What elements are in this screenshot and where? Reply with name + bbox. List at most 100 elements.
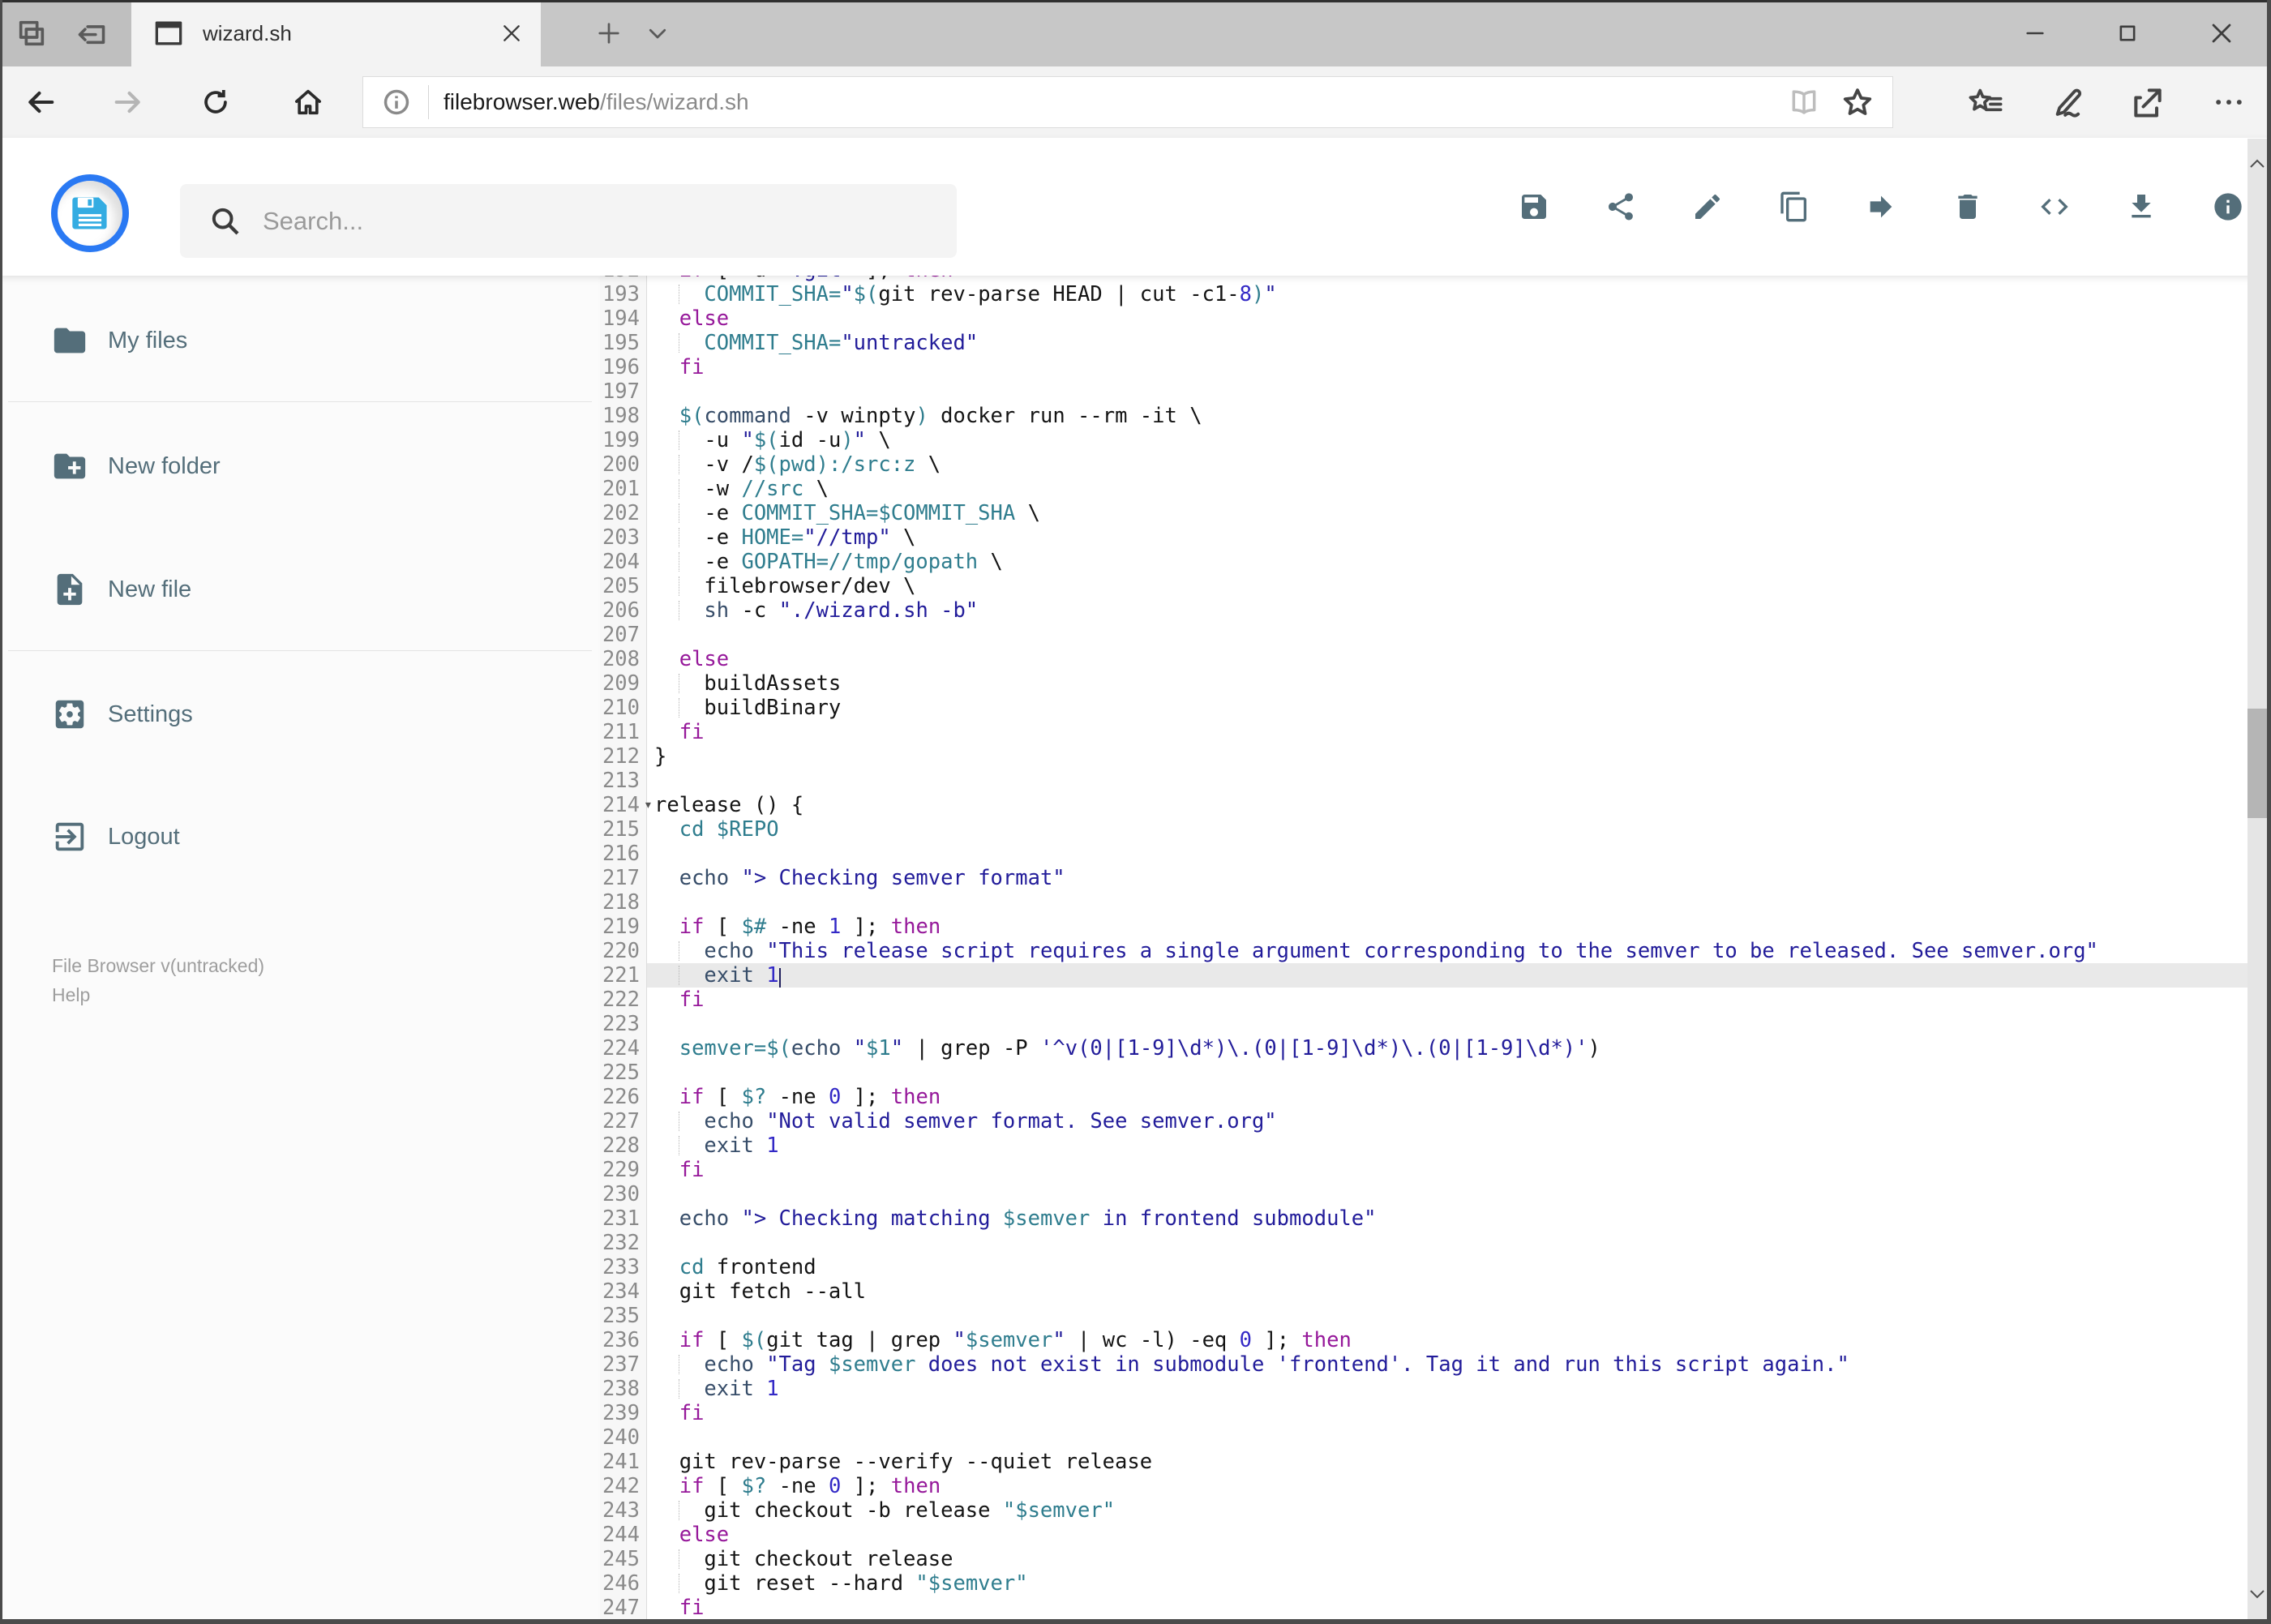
code-text[interactable]: [647, 1425, 2247, 1450]
edit-button[interactable]: [1664, 158, 1750, 255]
home-button[interactable]: [276, 66, 341, 138]
code-text[interactable]: [647, 1304, 2247, 1328]
search-box[interactable]: [180, 184, 957, 258]
code-line[interactable]: 230: [600, 1182, 2247, 1206]
code-text[interactable]: release () {: [647, 793, 2247, 817]
sidebar-item-new-file[interactable]: New file: [0, 545, 598, 634]
code-line[interactable]: 220 echo "This release script requires a…: [600, 939, 2247, 963]
set-tabs-aside-button[interactable]: [66, 0, 117, 66]
code-line[interactable]: 212}: [600, 744, 2247, 769]
code-line[interactable]: 211 fi: [600, 720, 2247, 744]
code-line[interactable]: 226 if [ $? -ne 0 ]; then: [600, 1085, 2247, 1109]
sidebar-item-logout[interactable]: Logout: [0, 792, 598, 881]
delete-button[interactable]: [1924, 158, 2011, 255]
help-link[interactable]: Help: [52, 984, 90, 1006]
fold-arrow-icon[interactable]: ▾: [644, 793, 653, 817]
share-page-button[interactable]: [2110, 66, 2185, 138]
code-line[interactable]: 219 if [ $# -ne 1 ]; then: [600, 915, 2247, 939]
code-text[interactable]: else: [647, 306, 2247, 331]
code-text[interactable]: buildBinary: [647, 696, 2247, 720]
code-text[interactable]: else: [647, 647, 2247, 671]
code-text[interactable]: cd frontend: [647, 1255, 2247, 1279]
code-text[interactable]: git rev-parse --verify --quiet release: [647, 1450, 2247, 1474]
minimize-button[interactable]: [1998, 0, 2072, 66]
code-line[interactable]: 239 fi: [600, 1401, 2247, 1425]
code-line[interactable]: 198 $(command -v winpty) docker run --rm…: [600, 404, 2247, 428]
code-line[interactable]: 214 ▾ release () {: [600, 793, 2247, 817]
code-text[interactable]: exit 1: [647, 963, 2247, 988]
code-text[interactable]: fi: [647, 720, 2247, 744]
code-line[interactable]: 237 echo "Tag $semver does not exist in …: [600, 1352, 2247, 1377]
code-text[interactable]: [647, 1012, 2247, 1036]
code-line[interactable]: 223: [600, 1012, 2247, 1036]
sidebar-item-settings[interactable]: Settings: [0, 670, 598, 759]
code-line[interactable]: 206 sh -c "./wizard.sh -b": [600, 598, 2247, 623]
filebrowser-logo[interactable]: [51, 174, 129, 252]
reading-view-button[interactable]: [1777, 78, 1831, 126]
code-line[interactable]: 221 exit 1: [600, 963, 2247, 988]
code-text[interactable]: echo "Not valid semver format. See semve…: [647, 1109, 2247, 1133]
code-text[interactable]: exit 1: [647, 1133, 2247, 1158]
save-button[interactable]: [1490, 158, 1577, 255]
code-text[interactable]: -u "$(id -u)" \: [647, 428, 2247, 452]
close-tab-button[interactable]: [489, 11, 534, 56]
code-text[interactable]: semver=$(echo "$1" | grep -P '^v(0|[1-9]…: [647, 1036, 2247, 1061]
code-text[interactable]: $(command -v winpty) docker run --rm -it…: [647, 404, 2247, 428]
share-button[interactable]: [1577, 158, 1664, 255]
code-line[interactable]: 194 else: [600, 306, 2247, 331]
code-line[interactable]: 232: [600, 1231, 2247, 1255]
code-text[interactable]: echo "> Checking matching $semver in fro…: [647, 1206, 2247, 1231]
code-line[interactable]: 215 cd $REPO: [600, 817, 2247, 842]
page-scrollbar[interactable]: [2247, 139, 2267, 1619]
code-text[interactable]: git reset --hard "$semver": [647, 1571, 2247, 1596]
code-line[interactable]: 217 echo "> Checking semver format": [600, 866, 2247, 890]
code-line[interactable]: 231 echo "> Checking matching $semver in…: [600, 1206, 2247, 1231]
close-window-button[interactable]: [2184, 0, 2259, 66]
code-text[interactable]: echo "> Checking semver format": [647, 866, 2247, 890]
tab-wizard-sh[interactable]: wizard.sh: [131, 0, 541, 66]
code-text[interactable]: -v /$(pwd):/src:z \: [647, 452, 2247, 477]
code-text[interactable]: sh -c "./wizard.sh -b": [647, 598, 2247, 623]
code-line[interactable]: 207: [600, 623, 2247, 647]
code-line[interactable]: 224 semver=$(echo "$1" | grep -P '^v(0|[…: [600, 1036, 2247, 1061]
code-line[interactable]: 193 COMMIT_SHA="$(git rev-parse HEAD | c…: [600, 282, 2247, 306]
scroll-up-icon[interactable]: [2247, 147, 2267, 179]
code-text[interactable]: [647, 890, 2247, 915]
code-text[interactable]: if [ $? -ne 0 ]; then: [647, 1085, 2247, 1109]
code-text[interactable]: COMMIT_SHA="$(git rev-parse HEAD | cut -…: [647, 282, 2247, 306]
code-text[interactable]: if [ $# -ne 1 ]; then: [647, 915, 2247, 939]
code-line[interactable]: 208 else: [600, 647, 2247, 671]
settings-more-button[interactable]: [2192, 66, 2266, 138]
code-line[interactable]: 227 echo "Not valid semver format. See s…: [600, 1109, 2247, 1133]
code-text[interactable]: echo "This release script requires a sin…: [647, 939, 2247, 963]
code-text[interactable]: fi: [647, 1401, 2247, 1425]
code-line[interactable]: 209 buildAssets: [600, 671, 2247, 696]
address-bar[interactable]: filebrowser.web/files/wizard.sh: [362, 76, 1893, 128]
code-line[interactable]: 242 if [ $? -ne 0 ]; then: [600, 1474, 2247, 1498]
code-line[interactable]: 245 git checkout release: [600, 1547, 2247, 1571]
copy-button[interactable]: [1750, 158, 1837, 255]
code-line[interactable]: 234 git fetch --all: [600, 1279, 2247, 1304]
code-text[interactable]: fi: [647, 1596, 2247, 1620]
sidebar-item-my-files[interactable]: My files: [0, 296, 598, 385]
code-text[interactable]: git checkout release: [647, 1547, 2247, 1571]
favorites-hub-button[interactable]: [1948, 66, 2023, 138]
code-text[interactable]: [647, 842, 2247, 866]
code-line[interactable]: 240: [600, 1425, 2247, 1450]
code-line[interactable]: 247 fi: [600, 1596, 2247, 1620]
code-line[interactable]: 205 filebrowser/dev \: [600, 574, 2247, 598]
code-line[interactable]: 210 buildBinary: [600, 696, 2247, 720]
scrollbar-thumb[interactable]: [2247, 709, 2267, 818]
scroll-down-icon[interactable]: [2247, 1579, 2267, 1611]
code-line[interactable]: 202 -e COMMIT_SHA=$COMMIT_SHA \: [600, 501, 2247, 525]
code-text[interactable]: [647, 623, 2247, 647]
raw-code-button[interactable]: [2011, 158, 2097, 255]
code-text[interactable]: [647, 379, 2247, 404]
code-text[interactable]: -e GOPATH=//tmp/gopath \: [647, 550, 2247, 574]
sidebar-item-new-folder[interactable]: New folder: [0, 422, 598, 511]
code-text[interactable]: echo "Tag $semver does not exist in subm…: [647, 1352, 2247, 1377]
code-text[interactable]: -w //src \: [647, 477, 2247, 501]
code-text[interactable]: [647, 1061, 2247, 1085]
code-line[interactable]: 216: [600, 842, 2247, 866]
code-line[interactable]: 195 COMMIT_SHA="untracked": [600, 331, 2247, 355]
